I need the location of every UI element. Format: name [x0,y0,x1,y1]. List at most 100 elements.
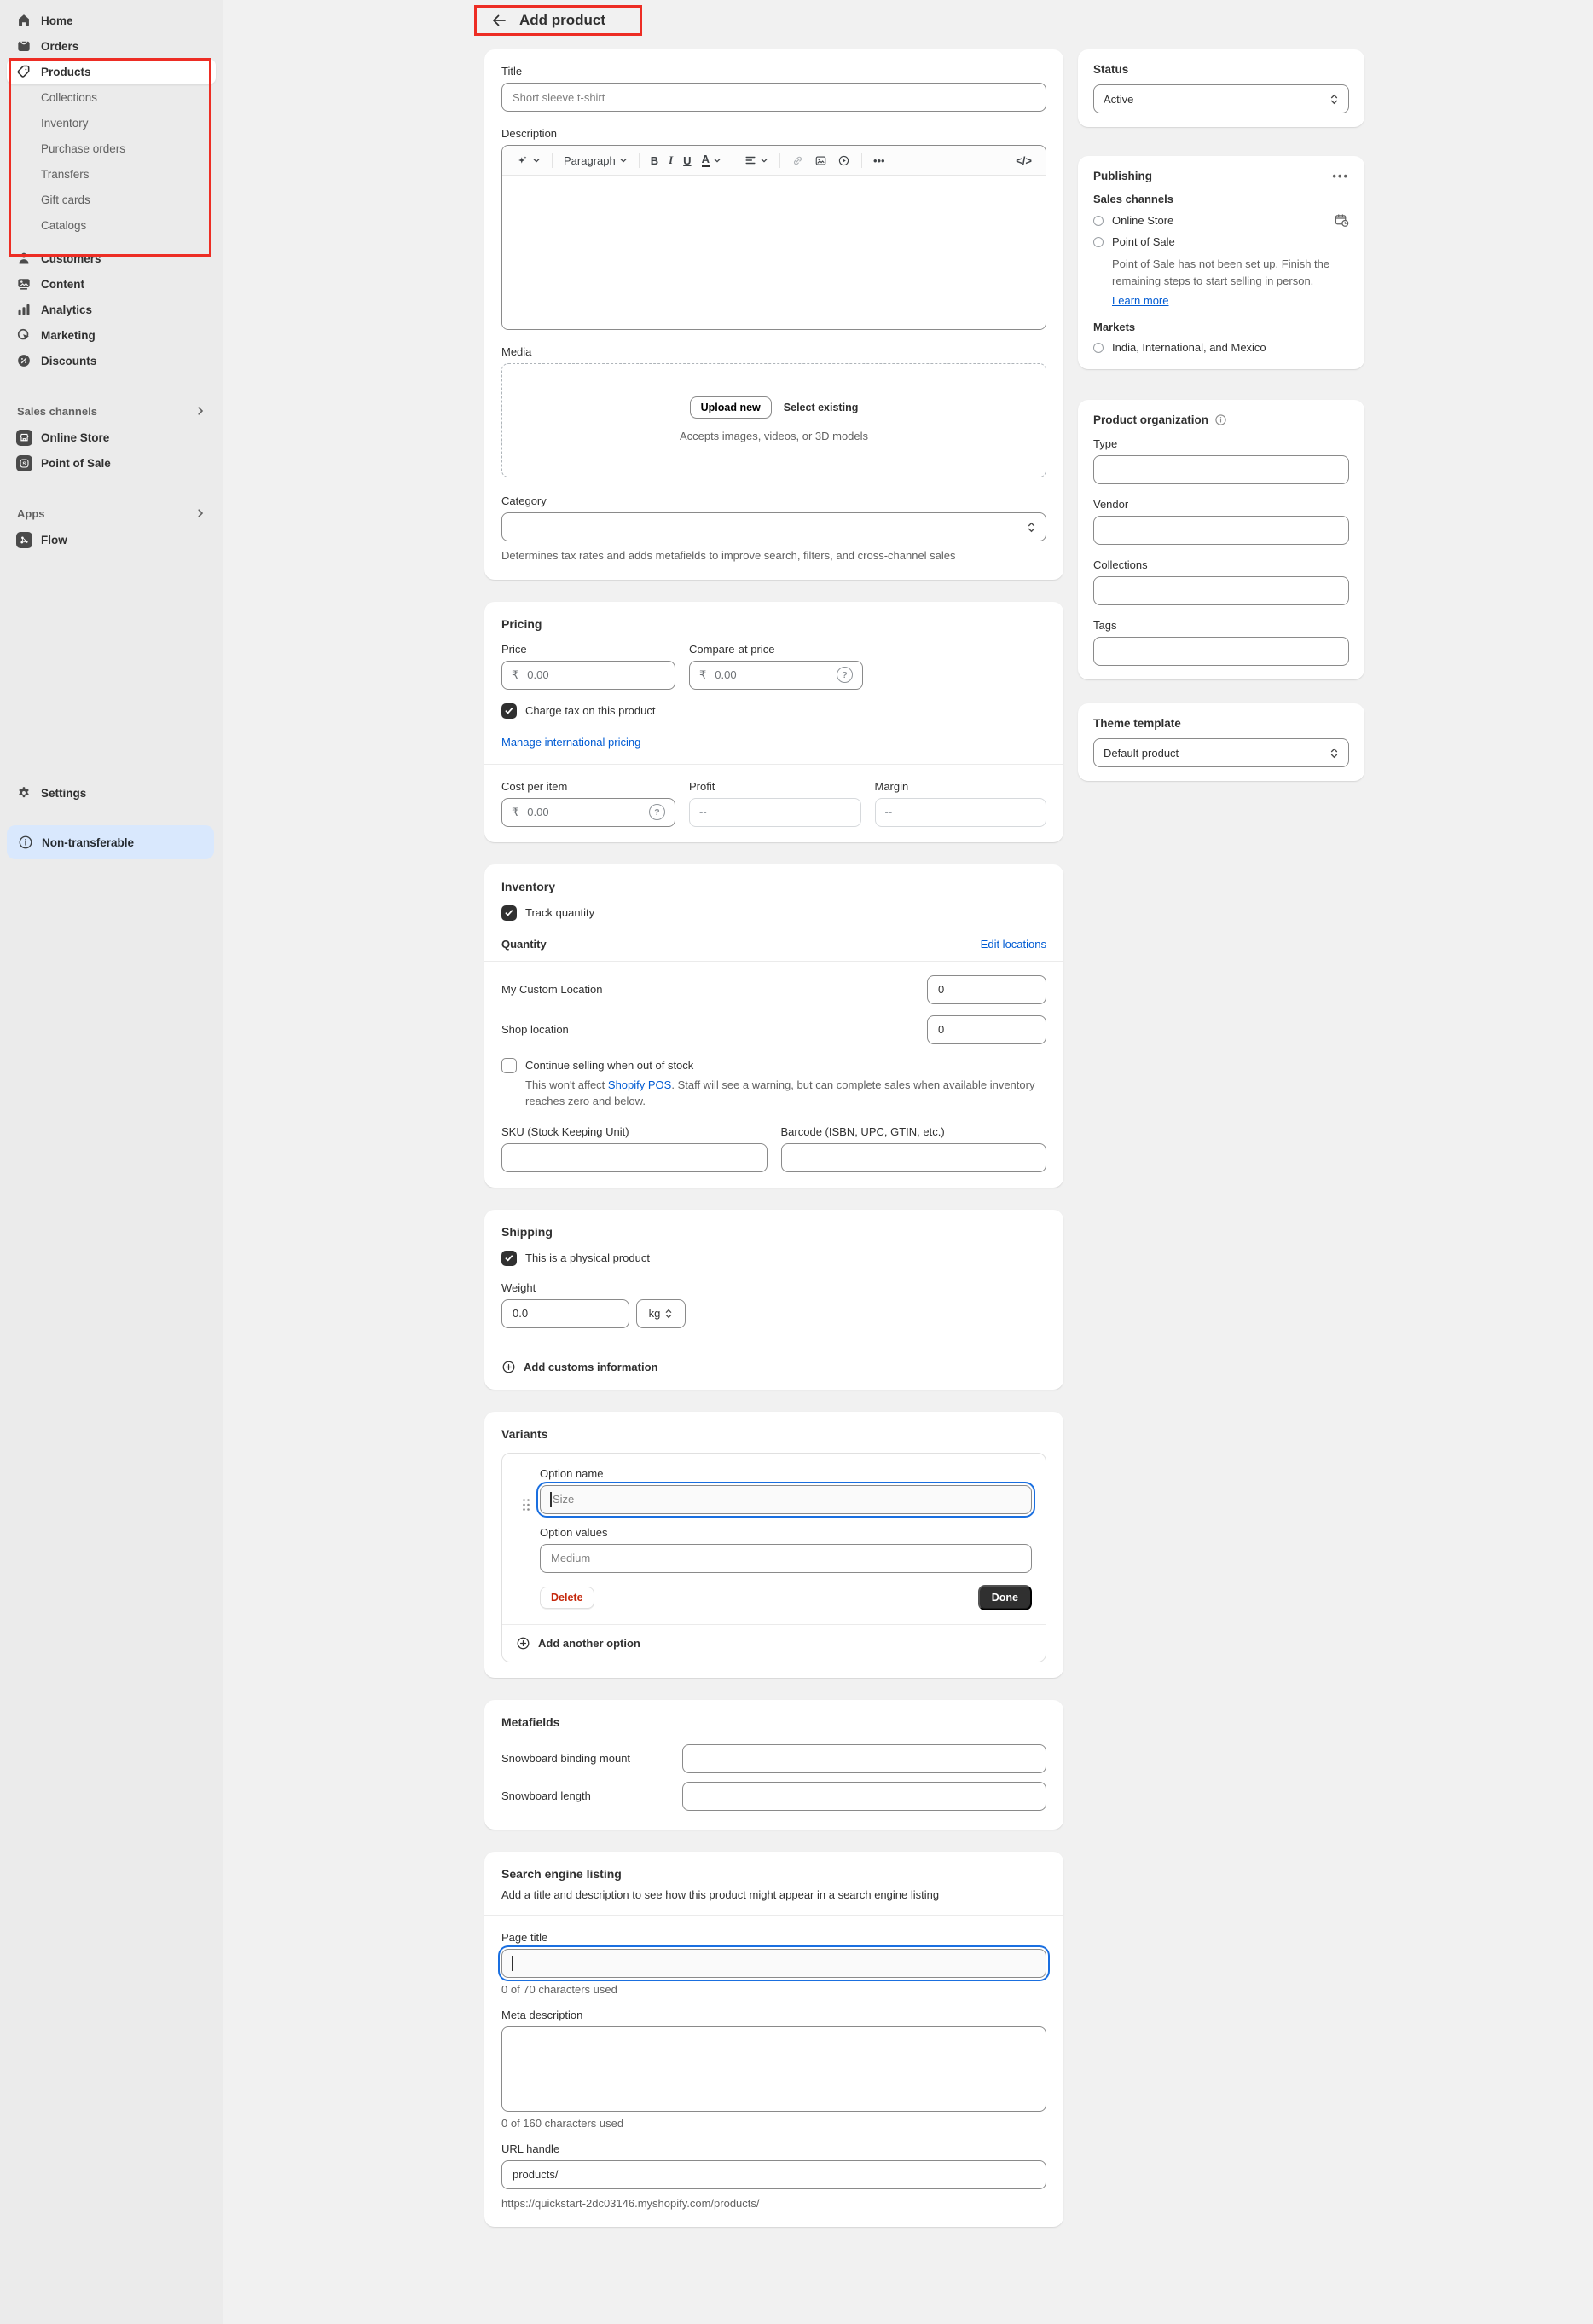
vendor-input[interactable] [1093,516,1349,545]
code-view-button[interactable]: </> [1011,149,1037,171]
status-select[interactable]: Active [1093,84,1349,113]
sidebar-item-content[interactable]: Content [7,271,216,297]
help-icon[interactable]: ? [649,804,665,820]
quantity-input-shop-location[interactable] [927,1015,1046,1044]
sales-channels-header[interactable]: Sales channels [9,399,214,423]
edit-locations-link[interactable]: Edit locations [981,938,1046,951]
sidebar-item-discounts[interactable]: Discounts [7,348,216,373]
sidebar-item-catalogs[interactable]: Catalogs [7,212,216,238]
url-handle-input[interactable] [501,2160,1046,2189]
underline-button[interactable]: U [678,149,696,171]
category-select[interactable] [501,512,1046,541]
back-arrow-icon[interactable] [490,12,507,29]
weight-unit-select[interactable]: kg [636,1299,686,1328]
sidebar-item-settings[interactable]: Settings [7,780,214,806]
sidebar-item-marketing[interactable]: Marketing [7,322,216,348]
sidebar-item-online-store[interactable]: Online Store [7,425,216,450]
page-title-input[interactable] [501,1949,1046,1978]
sidebar-item-point-of-sale[interactable]: S Point of Sale [7,450,216,476]
option-name-label: Option name [540,1467,1032,1480]
meta-description-textarea[interactable] [501,2026,1046,2112]
highlight-box-title: Add product [474,5,642,36]
tags-input[interactable] [1093,637,1349,666]
option-values-label: Option values [540,1526,1032,1539]
sidebar-item-gift-cards[interactable]: Gift cards [7,187,216,212]
sidebar-item-inventory[interactable]: Inventory [7,110,216,136]
description-editor: Paragraph B I U A [501,145,1046,330]
profit-field: -- [689,798,861,827]
quantity-input-custom-location[interactable] [927,975,1046,1004]
chevron-down-icon [713,156,721,165]
charge-tax-checkbox[interactable]: Charge tax on this product [501,703,1046,719]
option-value-input[interactable] [540,1544,1032,1573]
currency-prefix: ₹ [699,668,706,682]
shopify-pos-link[interactable]: Shopify POS [608,1078,671,1091]
sidebar-item-customers[interactable]: Customers [7,246,216,271]
media-dropzone[interactable]: Upload new Select existing Accepts image… [501,363,1046,477]
divider [484,1915,1063,1916]
drag-handle[interactable] [513,1467,540,1624]
schedule-calendar-icon[interactable] [1335,213,1349,228]
theme-template-select[interactable]: Default product [1093,738,1349,767]
paragraph-style-button[interactable]: Paragraph [559,149,633,171]
alignment-button[interactable] [739,149,773,171]
bold-button[interactable]: B [646,149,663,171]
sidebar-item-home[interactable]: Home [7,8,216,33]
insert-image-button[interactable] [809,149,832,171]
sidebar-item-analytics[interactable]: Analytics [7,297,216,322]
help-icon[interactable]: ? [837,667,853,683]
link-icon[interactable] [786,149,809,171]
continue-selling-checkbox[interactable]: Continue selling when out of stock [501,1058,1046,1073]
option-name-input[interactable] [540,1485,1032,1514]
sidebar-item-collections[interactable]: Collections [7,84,216,110]
non-transferable-banner[interactable]: Non-transferable [7,825,214,859]
more-options-button[interactable]: ••• [868,149,890,171]
banner-label: Non-transferable [42,836,134,849]
sidebar-item-products[interactable]: Products [7,59,216,84]
collections-label: Collections [1093,558,1349,571]
add-another-option-button[interactable]: Add another option [502,1625,1046,1662]
title-input[interactable] [501,83,1046,112]
sidebar-item-transfers[interactable]: Transfers [7,161,216,187]
description-textarea[interactable] [502,176,1046,329]
info-icon[interactable] [1214,413,1227,426]
theme-template-value: Default product [1104,747,1179,760]
apps-header[interactable]: Apps [9,501,214,525]
sidebar-item-orders[interactable]: Orders [7,33,216,59]
delete-option-button[interactable]: Delete [540,1587,594,1609]
sidebar-item-label: Customers [41,252,101,265]
price-input[interactable]: ₹ [501,661,675,690]
markets-subheading: Markets [1093,321,1349,333]
done-button[interactable]: Done [978,1585,1032,1610]
chevron-down-icon [760,156,768,165]
seo-heading: Search engine listing [501,1867,1046,1881]
metafield-input-length[interactable] [682,1782,1046,1811]
sidebar-item-flow[interactable]: Flow [7,527,216,552]
barcode-input[interactable] [781,1143,1047,1172]
select-existing-button[interactable]: Select existing [784,402,859,413]
metafield-input-binding-mount[interactable] [682,1744,1046,1773]
insert-video-button[interactable] [832,149,855,171]
physical-product-checkbox[interactable]: This is a physical product [501,1251,1046,1266]
cost-per-item-input[interactable]: ₹ ? [501,798,675,827]
publishing-menu-button[interactable]: ••• [1332,170,1349,182]
checkbox-checked-icon [501,1251,517,1266]
collections-input[interactable] [1093,576,1349,605]
text-color-button[interactable]: A [697,149,727,171]
sidebar-item-purchase-orders[interactable]: Purchase orders [7,136,216,161]
manage-international-pricing-link[interactable]: Manage international pricing [501,736,640,749]
status-card: Status Active [1078,49,1364,127]
add-customs-information-button[interactable]: Add customs information [501,1360,1046,1374]
editor-toolbar: Paragraph B I U A [502,146,1046,176]
track-quantity-checkbox[interactable]: Track quantity [501,905,1046,921]
magic-text-button[interactable] [511,149,546,171]
type-input[interactable] [1093,455,1349,484]
weight-input[interactable] [501,1299,629,1328]
learn-more-link[interactable]: Learn more [1112,294,1168,307]
italic-button[interactable]: I [663,149,678,171]
select-chevron-icon [664,1309,673,1319]
compare-at-price-input[interactable]: ₹ ? [689,661,863,690]
upload-new-button[interactable]: Upload new [690,396,772,419]
category-hint: Determines tax rates and adds metafields… [501,548,1046,564]
sku-input[interactable] [501,1143,768,1172]
